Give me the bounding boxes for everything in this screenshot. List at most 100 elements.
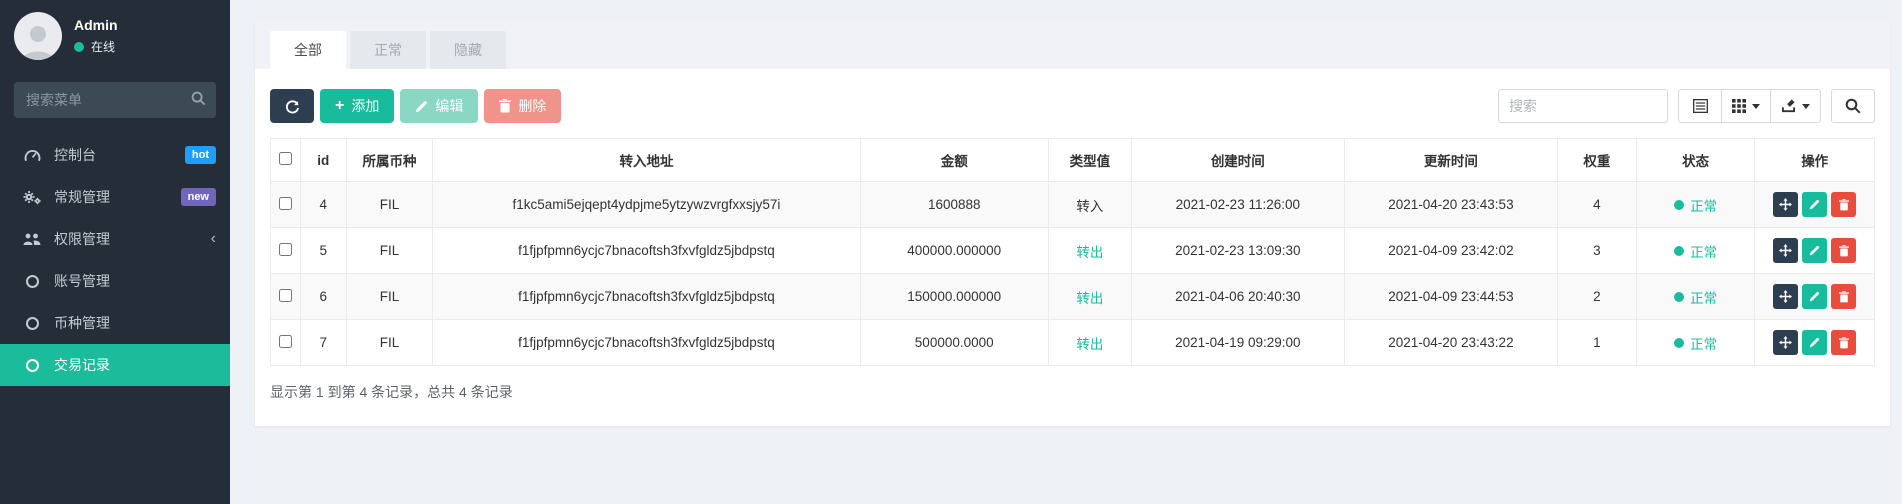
transactions-table-wrap: id 所属币种 转入地址 金额 类型值 创建时间 更新时间 权重 状态 操作 xyxy=(255,138,1890,366)
table-row: 4 FIL f1kc5ami5ejqept4ydpjme5ytzywzvrgfx… xyxy=(271,182,1875,228)
sidebar-item-general[interactable]: 常规管理 new xyxy=(0,176,230,218)
main-content: 全部 正常 隐藏 + 添加 xyxy=(230,0,1902,504)
cell-coin: FIL xyxy=(346,228,433,274)
table-header-row: id 所属币种 转入地址 金额 类型值 创建时间 更新时间 权重 状态 操作 xyxy=(271,139,1875,182)
sidebar-item-transactions[interactable]: 交易记录 xyxy=(0,344,230,386)
select-all-checkbox[interactable] xyxy=(279,152,292,165)
search-icon[interactable] xyxy=(191,91,206,109)
col-header-created: 创建时间 xyxy=(1131,139,1344,182)
sidebar-item-coins[interactable]: 币种管理 xyxy=(0,302,230,344)
tab-hidden[interactable]: 隐藏 xyxy=(430,31,506,69)
pencil-icon xyxy=(1809,337,1820,348)
row-edit-button[interactable] xyxy=(1802,192,1827,217)
cell-weight: 4 xyxy=(1557,182,1636,228)
caret-down-icon xyxy=(1752,104,1760,109)
sidebar-search-input[interactable] xyxy=(14,82,216,118)
col-header-coin: 所属币种 xyxy=(346,139,433,182)
row-checkbox[interactable] xyxy=(279,197,292,210)
trash-icon xyxy=(1839,199,1849,211)
cell-amount: 500000.0000 xyxy=(860,320,1048,366)
move-icon xyxy=(1779,198,1792,211)
table-controls xyxy=(1498,89,1875,123)
move-button[interactable] xyxy=(1773,330,1798,355)
sidebar-item-console[interactable]: 控制台 hot xyxy=(0,134,230,176)
content-card: 全部 正常 隐藏 + 添加 xyxy=(255,20,1890,426)
add-button[interactable]: + 添加 xyxy=(320,89,394,123)
users-icon xyxy=(22,232,42,246)
row-delete-button[interactable] xyxy=(1831,192,1856,217)
tab-bar: 全部 正常 隐藏 xyxy=(255,20,1890,69)
sidebar-item-accounts[interactable]: 账号管理 xyxy=(0,260,230,302)
move-button[interactable] xyxy=(1773,284,1798,309)
circle-icon xyxy=(22,275,42,288)
col-header-amount: 金额 xyxy=(860,139,1048,182)
list-icon xyxy=(1693,99,1708,113)
sidebar-item-permissions[interactable]: 权限管理 ‹ xyxy=(0,218,230,260)
cell-address: f1fjpfpmn6ycjc7bnacoftsh3fxvfgldz5jbdpst… xyxy=(433,228,860,274)
export-icon xyxy=(1781,99,1796,113)
view-button-group xyxy=(1678,89,1821,123)
cell-created: 2021-04-19 09:29:00 xyxy=(1131,320,1344,366)
user-panel: Admin 在线 xyxy=(0,0,230,74)
col-header-updated: 更新时间 xyxy=(1344,139,1557,182)
trash-icon xyxy=(499,99,511,113)
row-edit-button[interactable] xyxy=(1802,330,1827,355)
delete-button[interactable]: 删除 xyxy=(484,89,561,123)
cell-created: 2021-04-06 20:40:30 xyxy=(1131,274,1344,320)
row-checkbox[interactable] xyxy=(279,289,292,302)
status-badge: 正常 xyxy=(1674,195,1717,215)
status-dot-icon xyxy=(1674,246,1684,256)
move-button[interactable] xyxy=(1773,192,1798,217)
cell-updated: 2021-04-20 23:43:53 xyxy=(1344,182,1557,228)
refresh-button[interactable] xyxy=(270,89,314,123)
cell-id: 6 xyxy=(300,274,346,320)
columns-dropdown-button[interactable] xyxy=(1722,89,1771,123)
user-name: Admin xyxy=(74,17,118,33)
cell-coin: FIL xyxy=(346,274,433,320)
gauge-icon xyxy=(22,148,42,163)
cell-weight: 3 xyxy=(1557,228,1636,274)
cell-weight: 1 xyxy=(1557,320,1636,366)
cell-type: 转出 xyxy=(1048,320,1131,366)
edit-button[interactable]: 编辑 xyxy=(400,89,478,123)
tab-all[interactable]: 全部 xyxy=(270,31,346,69)
cell-type: 转入 xyxy=(1048,182,1131,228)
cell-address: f1kc5ami5ejqept4ydpjme5ytzywzvrgfxxsjy57… xyxy=(433,182,860,228)
cell-coin: FIL xyxy=(346,320,433,366)
cell-amount: 1600888 xyxy=(860,182,1048,228)
record-summary: 显示第 1 到第 4 条记录，总共 4 条记录 xyxy=(255,366,1890,426)
cell-created: 2021-02-23 11:26:00 xyxy=(1131,182,1344,228)
row-checkbox[interactable] xyxy=(279,243,292,256)
sidebar-item-label: 交易记录 xyxy=(54,355,216,375)
row-delete-button[interactable] xyxy=(1831,238,1856,263)
sidebar-item-label: 权限管理 xyxy=(54,229,199,249)
export-dropdown-button[interactable] xyxy=(1771,89,1821,123)
circle-icon xyxy=(22,317,42,330)
row-checkbox[interactable] xyxy=(279,335,292,348)
cell-id: 5 xyxy=(300,228,346,274)
sidebar-item-label: 账号管理 xyxy=(54,271,216,291)
plus-icon: + xyxy=(335,98,344,114)
row-delete-button[interactable] xyxy=(1831,330,1856,355)
move-button[interactable] xyxy=(1773,238,1798,263)
search-icon xyxy=(1845,98,1861,114)
col-header-address: 转入地址 xyxy=(433,139,860,182)
pencil-icon xyxy=(415,100,428,113)
row-delete-button[interactable] xyxy=(1831,284,1856,309)
cell-address: f1fjpfpmn6ycjc7bnacoftsh3fxvfgldz5jbdpst… xyxy=(433,274,860,320)
cell-id: 4 xyxy=(300,182,346,228)
sidebar: Admin 在线 控制台 hot xyxy=(0,0,230,504)
move-icon xyxy=(1779,290,1792,303)
row-edit-button[interactable] xyxy=(1802,238,1827,263)
pagination-toggle-button[interactable] xyxy=(1678,89,1722,123)
tab-normal[interactable]: 正常 xyxy=(350,31,426,69)
online-dot-icon xyxy=(74,42,84,52)
move-icon xyxy=(1779,336,1792,349)
cell-address: f1fjpfpmn6ycjc7bnacoftsh3fxvfgldz5jbdpst… xyxy=(433,320,860,366)
user-status: 在线 xyxy=(74,38,118,55)
pencil-icon xyxy=(1809,199,1820,210)
row-edit-button[interactable] xyxy=(1802,284,1827,309)
table-search-input[interactable] xyxy=(1498,89,1668,123)
trash-icon xyxy=(1839,245,1849,257)
search-button[interactable] xyxy=(1831,89,1875,123)
